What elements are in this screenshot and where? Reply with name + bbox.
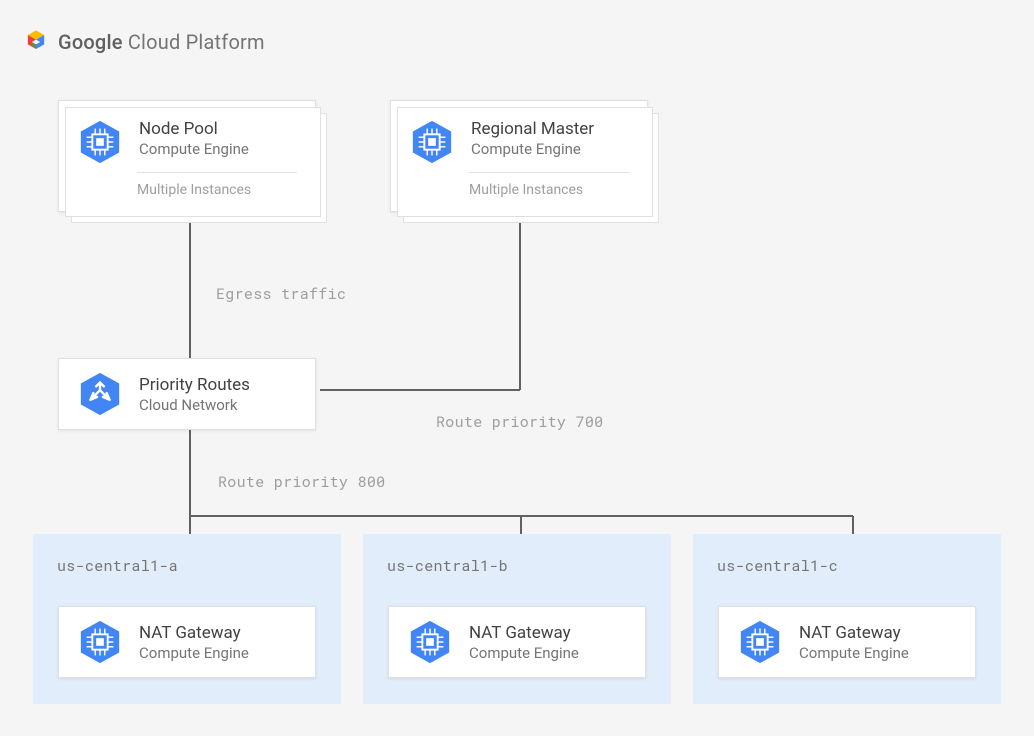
nat-b-title: NAT Gateway [469, 623, 579, 643]
gcp-header-text: Google Cloud Platform [58, 30, 265, 54]
label-egress: Egress traffic [216, 284, 346, 304]
card-nat-a: NAT Gateway Compute Engine [58, 606, 316, 678]
label-rp800: Route priority 800 [218, 472, 385, 492]
compute-engine-icon [77, 619, 123, 665]
card-node-pool: Node Pool Compute Engine Multiple Instan… [58, 100, 316, 212]
nat-a-title: NAT Gateway [139, 623, 249, 643]
compute-engine-icon [407, 619, 453, 665]
gcp-header: Google Cloud Platform [22, 28, 265, 56]
node-pool-footer: Multiple Instances [137, 182, 251, 198]
nat-c-subtitle: Compute Engine [799, 644, 909, 662]
priority-routes-title: Priority Routes [139, 375, 250, 395]
node-pool-title: Node Pool [139, 119, 249, 139]
nat-b-subtitle: Compute Engine [469, 644, 579, 662]
header-rest: Cloud Platform [123, 30, 265, 54]
card-priority-routes: Priority Routes Cloud Network [58, 358, 316, 430]
compute-engine-icon [77, 119, 123, 165]
header-bold: Google [58, 30, 123, 54]
nat-a-subtitle: Compute Engine [139, 644, 249, 662]
gcp-logo-icon [22, 28, 50, 56]
nat-c-title: NAT Gateway [799, 623, 909, 643]
zone-b-label: us-central1-b [387, 556, 508, 576]
compute-engine-icon [737, 619, 783, 665]
card-nat-b: NAT Gateway Compute Engine [388, 606, 646, 678]
regional-master-title: Regional Master [471, 119, 594, 139]
priority-routes-subtitle: Cloud Network [139, 396, 250, 414]
label-rp700: Route priority 700 [436, 412, 603, 432]
zone-a-label: us-central1-a [57, 556, 178, 576]
card-regional-master: Regional Master Compute Engine Multiple … [390, 100, 648, 212]
card-nat-c: NAT Gateway Compute Engine [718, 606, 976, 678]
regional-master-footer: Multiple Instances [469, 182, 583, 198]
cloud-network-icon [77, 371, 123, 417]
compute-engine-icon [409, 119, 455, 165]
regional-master-subtitle: Compute Engine [471, 140, 594, 158]
zone-c-label: us-central1-c [717, 556, 838, 576]
node-pool-subtitle: Compute Engine [139, 140, 249, 158]
